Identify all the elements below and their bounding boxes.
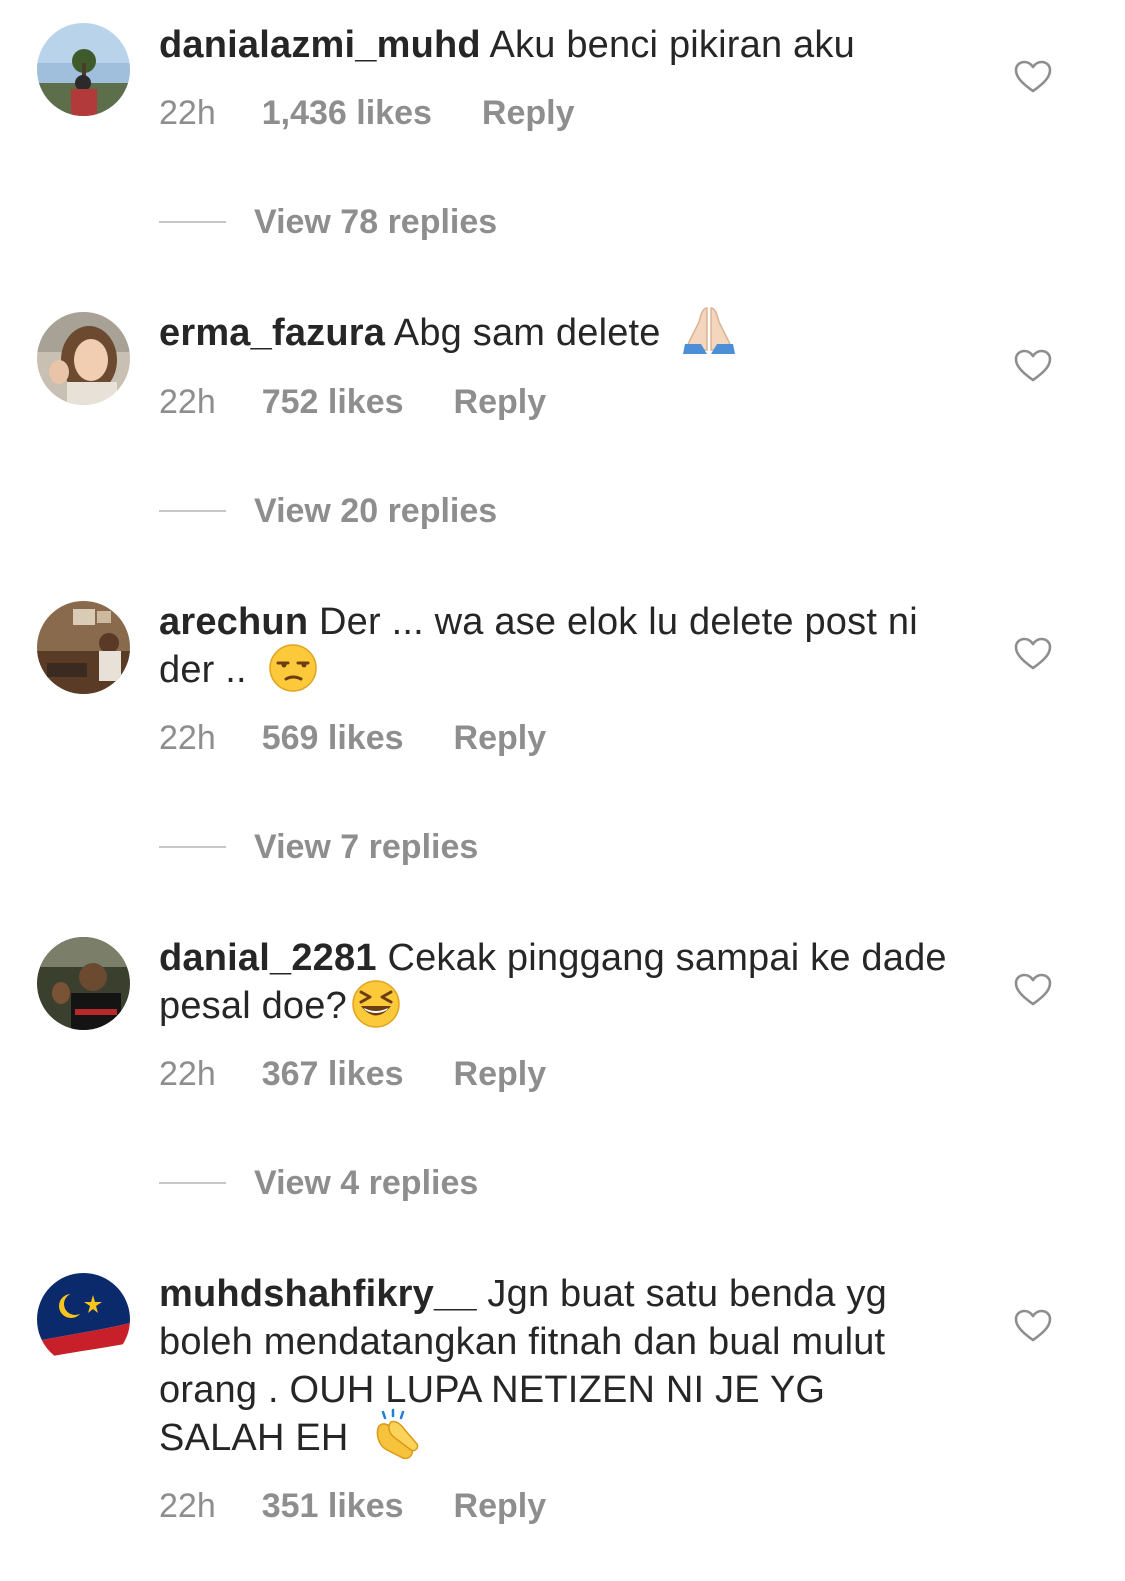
comment-username[interactable]: muhdshahfikry__ <box>159 1273 477 1315</box>
comment-body: danial_2281 Cekak pinggang sampai ke dad… <box>159 934 959 1030</box>
view-replies-button[interactable]: View 4 replies <box>159 1163 478 1203</box>
comment-text: Abg sam delete <box>393 312 661 354</box>
view-replies-label: View 4 replies <box>254 1164 479 1202</box>
clapping-hands-icon <box>377 1408 419 1460</box>
comment-meta: 22h 752 likes Reply <box>159 382 546 422</box>
comment-username[interactable]: arechun <box>159 601 308 643</box>
grinning-squinting-face-icon <box>352 980 400 1028</box>
comment-meta: 22h 351 likes Reply <box>159 1486 546 1526</box>
heart-icon[interactable] <box>1014 637 1052 671</box>
reply-button[interactable]: Reply <box>454 383 547 421</box>
comment-likes[interactable]: 351 likes <box>262 1487 404 1525</box>
view-replies-button[interactable]: View 20 replies <box>159 491 497 531</box>
view-replies-button[interactable]: View 78 replies <box>159 202 497 242</box>
comment-meta: 22h 1,436 likes Reply <box>159 93 574 133</box>
comment-username[interactable]: danial_2281 <box>159 937 377 979</box>
view-replies-label: View 7 replies <box>254 828 479 866</box>
comment-body: danialazmi_muhd Aku benci pikiran aku <box>159 21 959 69</box>
divider <box>159 510 226 512</box>
comment-time[interactable]: 22h <box>159 1055 216 1093</box>
comment-time[interactable]: 22h <box>159 383 216 421</box>
comment-time[interactable]: 22h <box>159 1487 216 1525</box>
comment-body: muhdshahfikry__ Jgn buat satu benda yg b… <box>159 1270 959 1462</box>
unamused-face-icon <box>268 644 317 692</box>
folded-hands-icon <box>683 307 736 354</box>
comment-likes[interactable]: 1,436 likes <box>262 94 432 132</box>
comment-body: arechun Der ... wa ase elok lu delete po… <box>159 598 959 694</box>
comment-likes[interactable]: 752 likes <box>262 383 404 421</box>
comment-body: erma_fazura Abg sam delete <box>159 307 959 357</box>
reply-button[interactable]: Reply <box>454 719 547 757</box>
reply-button[interactable]: Reply <box>454 1487 547 1525</box>
avatar[interactable] <box>37 601 130 694</box>
avatar[interactable] <box>37 23 130 116</box>
comment-time[interactable]: 22h <box>159 719 216 757</box>
avatar[interactable] <box>37 1273 130 1366</box>
heart-icon[interactable] <box>1014 60 1052 94</box>
comment-text: Aku benci pikiran aku <box>489 24 855 66</box>
comment-likes[interactable]: 569 likes <box>262 719 404 757</box>
avatar[interactable] <box>37 312 130 405</box>
heart-icon[interactable] <box>1014 1309 1052 1343</box>
divider <box>159 1182 226 1184</box>
comment-username[interactable]: erma_fazura <box>159 312 385 354</box>
view-replies-label: View 78 replies <box>254 203 498 241</box>
comment-username[interactable]: danialazmi_muhd <box>159 24 481 66</box>
comment-meta: 22h 569 likes Reply <box>159 718 546 758</box>
divider <box>159 221 226 223</box>
view-replies-button[interactable]: View 7 replies <box>159 827 478 867</box>
reply-button[interactable]: Reply <box>454 1055 547 1093</box>
reply-button[interactable]: Reply <box>482 94 575 132</box>
avatar[interactable] <box>37 937 130 1030</box>
comment-time[interactable]: 22h <box>159 94 216 132</box>
comment-meta: 22h 367 likes Reply <box>159 1054 546 1094</box>
view-replies-label: View 20 replies <box>254 492 498 530</box>
divider <box>159 846 226 848</box>
comment-likes[interactable]: 367 likes <box>262 1055 404 1093</box>
heart-icon[interactable] <box>1014 973 1052 1007</box>
heart-icon[interactable] <box>1014 349 1052 383</box>
